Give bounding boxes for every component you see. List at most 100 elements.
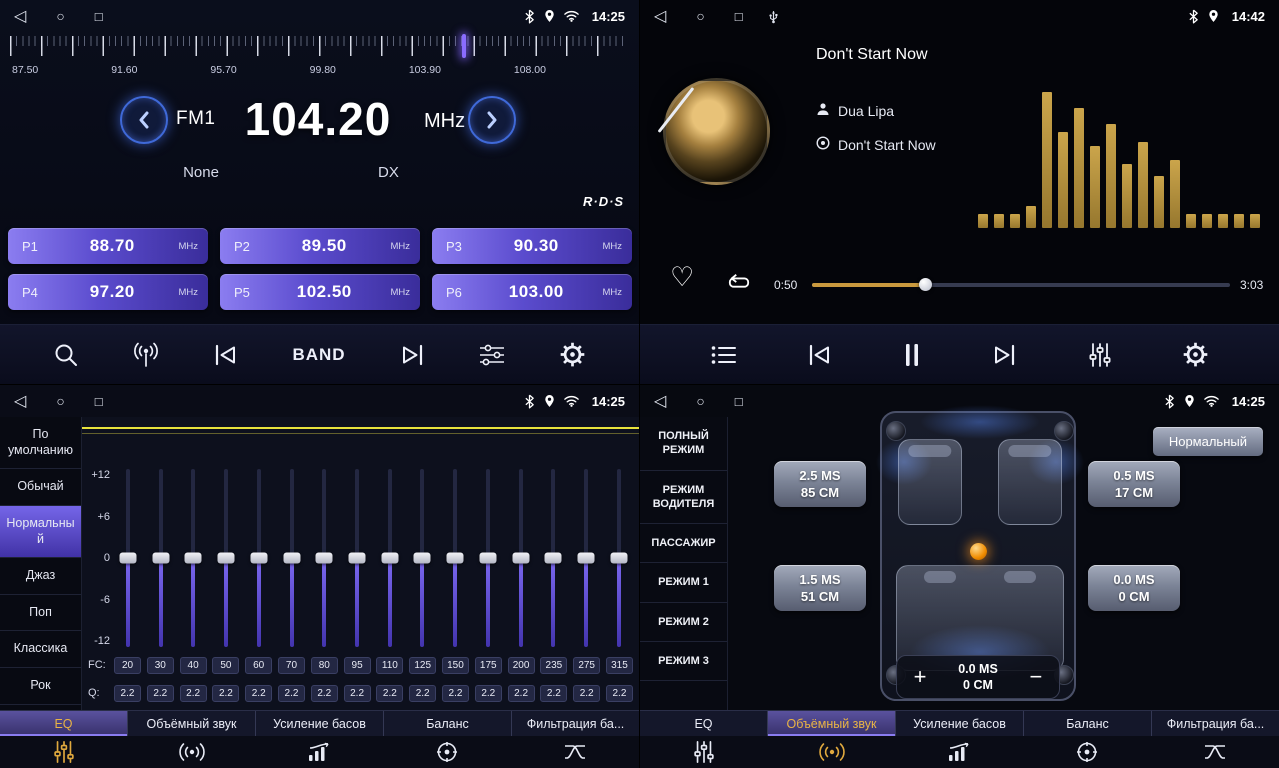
eq-slider-handle[interactable] bbox=[152, 553, 169, 564]
eq-slider-handle[interactable] bbox=[283, 553, 300, 564]
favorite-button[interactable]: ♡ bbox=[670, 264, 694, 291]
mixer-button[interactable] bbox=[1087, 342, 1113, 368]
band-button[interactable]: BAND bbox=[292, 345, 345, 365]
next-track-button[interactable] bbox=[991, 343, 1017, 367]
tab-filter-icon-button[interactable] bbox=[511, 736, 639, 768]
recents-icon[interactable]: □ bbox=[735, 394, 743, 409]
tune-down-button[interactable] bbox=[120, 96, 168, 144]
listening-mode-item[interactable]: РЕЖИМ 1 bbox=[640, 563, 727, 602]
tab-bass-icon-button[interactable] bbox=[256, 736, 384, 768]
eq-preset-item[interactable]: Джаз bbox=[0, 558, 81, 595]
eq-band-slider[interactable] bbox=[572, 469, 600, 647]
eq-band-slider[interactable] bbox=[179, 469, 207, 647]
eq-slider-handle[interactable] bbox=[218, 553, 235, 564]
eq-band-slider[interactable] bbox=[147, 469, 175, 647]
sound-preset-button[interactable]: Нормальный bbox=[1153, 427, 1263, 456]
previous-station-button[interactable] bbox=[213, 343, 239, 367]
eq-band-slider[interactable] bbox=[310, 469, 338, 647]
eq-slider-handle[interactable] bbox=[185, 553, 202, 564]
audio-tab[interactable]: Объёмный звук bbox=[768, 711, 896, 736]
tab-balance-icon-button[interactable] bbox=[383, 736, 511, 768]
eq-slider-handle[interactable] bbox=[381, 553, 398, 564]
eq-slider-handle[interactable] bbox=[414, 553, 431, 564]
eq-band-slider[interactable] bbox=[278, 469, 306, 647]
eq-band-slider[interactable] bbox=[212, 469, 240, 647]
frequency-ruler[interactable] bbox=[10, 36, 628, 56]
back-icon[interactable]: ◁ bbox=[654, 391, 666, 411]
audio-tab[interactable]: Баланс bbox=[1024, 711, 1152, 736]
back-icon[interactable]: ◁ bbox=[14, 6, 26, 26]
settings-button[interactable] bbox=[559, 341, 586, 368]
eq-band-slider[interactable] bbox=[376, 469, 404, 647]
eq-band-slider[interactable] bbox=[539, 469, 567, 647]
eq-band-slider[interactable] bbox=[605, 469, 633, 647]
tune-up-button[interactable] bbox=[468, 96, 516, 144]
tab-eq-icon-button[interactable] bbox=[640, 736, 768, 768]
search-button[interactable] bbox=[53, 342, 79, 368]
eq-slider-handle[interactable] bbox=[545, 553, 562, 564]
listening-mode-item[interactable]: ПОЛНЫЙ РЕЖИМ bbox=[640, 417, 727, 471]
seek-knob[interactable] bbox=[919, 278, 932, 291]
recents-icon[interactable]: □ bbox=[735, 9, 743, 24]
eq-preset-item[interactable]: Обычай bbox=[0, 469, 81, 506]
back-icon[interactable]: ◁ bbox=[14, 391, 26, 411]
pause-button[interactable] bbox=[903, 342, 921, 368]
home-icon[interactable]: ○ bbox=[696, 8, 704, 24]
back-icon[interactable]: ◁ bbox=[654, 6, 666, 26]
increase-delay-button[interactable]: + bbox=[909, 666, 931, 688]
front-left-delay-button[interactable]: 2.5 MS 85 CM bbox=[774, 461, 866, 507]
listening-mode-item[interactable]: РЕЖИМ 2 bbox=[640, 603, 727, 642]
repeat-button[interactable] bbox=[724, 272, 754, 299]
tab-surround-icon-button[interactable] bbox=[768, 736, 896, 768]
audio-tab[interactable]: Фильтрация ба... bbox=[512, 711, 639, 736]
eq-band-slider[interactable] bbox=[343, 469, 371, 647]
eq-band-slider[interactable] bbox=[474, 469, 502, 647]
eq-slider-handle[interactable] bbox=[447, 553, 464, 564]
audio-tab[interactable]: Усиление басов bbox=[256, 711, 384, 736]
radio-preset-button[interactable]: P2 89.50 MHz bbox=[220, 228, 420, 264]
recents-icon[interactable]: □ bbox=[95, 394, 103, 409]
eq-preset-item[interactable]: Поп bbox=[0, 595, 81, 632]
eq-slider-handle[interactable] bbox=[316, 553, 333, 564]
eq-slider-handle[interactable] bbox=[578, 553, 595, 564]
listening-position-marker[interactable] bbox=[970, 543, 987, 560]
eq-slider-handle[interactable] bbox=[250, 553, 267, 564]
radio-preset-button[interactable]: P1 88.70 MHz bbox=[8, 228, 208, 264]
radio-preset-button[interactable]: P3 90.30 MHz bbox=[432, 228, 632, 264]
eq-band-slider[interactable] bbox=[245, 469, 273, 647]
eq-band-slider[interactable] bbox=[114, 469, 142, 647]
next-station-button[interactable] bbox=[399, 343, 425, 367]
eq-band-slider[interactable] bbox=[408, 469, 436, 647]
eq-preset-item[interactable]: Нормальный bbox=[0, 506, 81, 558]
eq-band-slider[interactable] bbox=[507, 469, 535, 647]
eq-preset-item[interactable]: По умолчанию bbox=[0, 417, 81, 469]
radio-preset-button[interactable]: P4 97.20 MHz bbox=[8, 274, 208, 310]
decrease-delay-button[interactable]: − bbox=[1025, 666, 1047, 688]
listening-mode-item[interactable]: ПАССАЖИР bbox=[640, 524, 727, 563]
listening-mode-item[interactable]: РЕЖИМ 3 bbox=[640, 642, 727, 681]
rear-right-delay-button[interactable]: 0.0 MS 0 CM bbox=[1088, 565, 1180, 611]
radio-preset-button[interactable]: P5 102.50 MHz bbox=[220, 274, 420, 310]
eq-slider-handle[interactable] bbox=[610, 553, 627, 564]
home-icon[interactable]: ○ bbox=[696, 393, 704, 409]
tab-bass-icon-button[interactable] bbox=[896, 736, 1024, 768]
eq-slider-handle[interactable] bbox=[349, 553, 366, 564]
audio-tab[interactable]: Усиление басов bbox=[896, 711, 1024, 736]
eq-settings-button[interactable] bbox=[478, 343, 506, 367]
home-icon[interactable]: ○ bbox=[56, 8, 64, 24]
eq-preset-item[interactable]: Классика bbox=[0, 631, 81, 668]
playlist-button[interactable] bbox=[710, 344, 738, 366]
eq-slider-handle[interactable] bbox=[479, 553, 496, 564]
scan-button[interactable] bbox=[132, 342, 160, 368]
home-icon[interactable]: ○ bbox=[56, 393, 64, 409]
tab-balance-icon-button[interactable] bbox=[1023, 736, 1151, 768]
audio-tab[interactable]: EQ bbox=[640, 711, 768, 736]
eq-preset-item[interactable]: Рок bbox=[0, 668, 81, 705]
audio-tab[interactable]: Баланс bbox=[384, 711, 512, 736]
radio-preset-button[interactable]: P6 103.00 MHz bbox=[432, 274, 632, 310]
audio-tab[interactable]: Фильтрация ба... bbox=[1152, 711, 1279, 736]
previous-track-button[interactable] bbox=[807, 343, 833, 367]
tab-surround-icon-button[interactable] bbox=[128, 736, 256, 768]
listening-mode-item[interactable]: РЕЖИМ ВОДИТЕЛЯ bbox=[640, 471, 727, 525]
eq-slider-handle[interactable] bbox=[120, 553, 137, 564]
